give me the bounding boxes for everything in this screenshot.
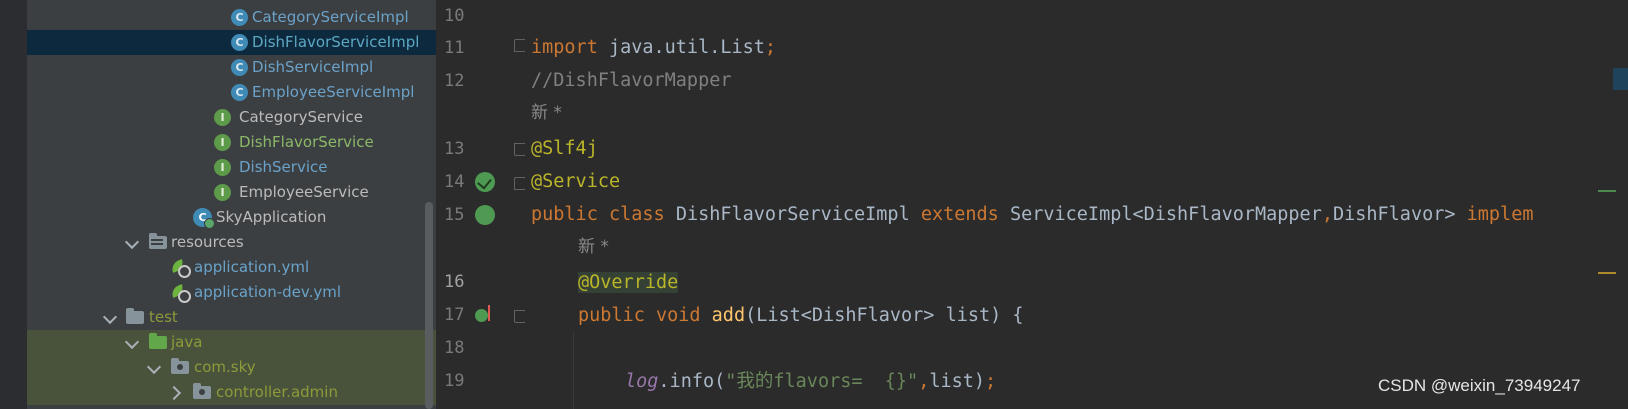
editor-gutter[interactable]: 10 11 12 13 14 15 16 17 18 19 (436, 0, 526, 409)
tree-item-dish-service-impl[interactable]: C DishServiceImpl (27, 55, 436, 80)
code-line-17: public void add(List<DishFlavor> list) { (578, 305, 1024, 326)
tree-item-com-sky[interactable]: com.sky (27, 355, 436, 380)
chevron-down-icon[interactable] (124, 234, 140, 250)
tree-item-label: application-dev.yml (194, 283, 342, 301)
code-line-16: @Override (578, 272, 679, 293)
line-number: 19 (444, 371, 465, 391)
tree-item-employee-service[interactable]: I EmployeeService (27, 180, 436, 205)
chevron-right-icon[interactable] (166, 385, 182, 401)
code-line-15: public class DishFlavorServiceImpl exten… (531, 204, 1534, 225)
indent-guide (573, 332, 574, 409)
package-icon (193, 383, 211, 399)
tree-item-label: com.sky (194, 358, 256, 376)
folder-icon (126, 308, 144, 324)
override-up-arrow-icon[interactable] (488, 305, 490, 321)
tree-item-label: controller.admin (216, 383, 338, 401)
author-hint: 新 * (578, 237, 609, 257)
tree-item-category-service[interactable]: I CategoryService (27, 105, 436, 130)
tool-window-strip (0, 0, 27, 409)
tree-scrollbar[interactable] (425, 202, 433, 409)
tree-item-sky-application[interactable]: C SkyApplication (27, 205, 436, 230)
code-line-14: @Service (531, 171, 621, 192)
tree-item-label: application.yml (194, 258, 310, 276)
class-icon: C (231, 9, 248, 26)
tree-item-label: resources (171, 233, 244, 251)
line-number: 13 (444, 139, 465, 159)
code-line-11: import java.util.List; (531, 37, 777, 58)
interface-icon: I (214, 109, 231, 126)
interface-icon: I (214, 159, 231, 176)
change-marker[interactable] (1598, 190, 1616, 192)
resources-folder-icon (149, 233, 167, 249)
watermark: CSDN @weixin_73949247 (1378, 376, 1581, 395)
tree-item-label: CategoryServiceImpl (252, 8, 409, 26)
tree-item-application-yml[interactable]: application.yml (27, 255, 436, 280)
code-line-12: //DishFlavorMapper (531, 70, 732, 91)
code-editor[interactable]: import java.util.List; //DishFlavorMappe… (525, 0, 1628, 409)
line-number: 10 (444, 6, 465, 26)
class-icon: C (231, 34, 248, 51)
chevron-down-icon[interactable] (146, 359, 162, 375)
tree-item-label: EmployeeServiceImpl (252, 83, 415, 101)
tree-item-label: EmployeeService (239, 183, 369, 201)
tree-item-application-dev-yml[interactable]: application-dev.yml (27, 280, 436, 305)
bean-gutter-icon[interactable] (475, 172, 495, 192)
yaml-config-icon (169, 284, 191, 303)
chevron-down-icon[interactable] (124, 334, 140, 350)
spring-boot-app-icon: C (193, 208, 215, 229)
line-number: 12 (444, 71, 465, 91)
tree-item-label: SkyApplication (216, 208, 327, 226)
tree-item-dish-flavor-service[interactable]: I DishFlavorService (27, 130, 436, 155)
tree-item-dish-service[interactable]: I DishService (27, 155, 436, 180)
tree-item-label: CategoryService (239, 108, 363, 126)
tree-item-label: DishFlavorServiceImpl (252, 33, 420, 51)
tree-item-label: DishServiceImpl (252, 58, 374, 76)
line-number: 16 (444, 272, 465, 292)
tree-item-test[interactable]: test (27, 305, 436, 330)
line-number: 11 (444, 38, 465, 58)
class-icon: C (231, 59, 248, 76)
tree-item-category-service-impl[interactable]: C CategoryServiceImpl (27, 5, 436, 30)
tree-item-resources[interactable]: resources (27, 230, 436, 255)
spring-bean-icon[interactable] (475, 205, 495, 225)
code-line-19: log.info("我的flavors= {}",list); (625, 371, 997, 392)
project-tree-panel[interactable]: C CategoryServiceImpl C DishFlavorServic… (0, 0, 436, 409)
interface-icon: I (214, 134, 231, 151)
class-icon: C (231, 84, 248, 101)
implements-method-icon[interactable] (475, 309, 488, 322)
tree-item-controller-admin[interactable]: controller.admin (27, 380, 436, 405)
editor-scrollbar-thumb[interactable] (1613, 68, 1628, 90)
tree-item-label: DishService (239, 158, 328, 176)
author-hint: 新 * (531, 103, 562, 123)
line-number: 18 (444, 338, 465, 358)
yaml-config-icon (169, 259, 191, 278)
tree-item-dish-flavor-service-impl[interactable]: C DishFlavorServiceImpl (27, 30, 436, 55)
tree-item-label: DishFlavorService (239, 133, 374, 151)
tree-item-employee-service-impl[interactable]: C EmployeeServiceImpl (27, 80, 436, 105)
source-folder-icon (149, 333, 167, 349)
tree-item-java[interactable]: java (27, 330, 436, 355)
warning-marker[interactable] (1598, 272, 1616, 274)
package-icon (171, 358, 189, 374)
chevron-down-icon[interactable] (102, 309, 118, 325)
tree-item-label: java (171, 333, 203, 351)
code-line-13: @Slf4j (531, 138, 598, 159)
interface-icon: I (214, 184, 231, 201)
tree-item-label: test (149, 308, 178, 326)
